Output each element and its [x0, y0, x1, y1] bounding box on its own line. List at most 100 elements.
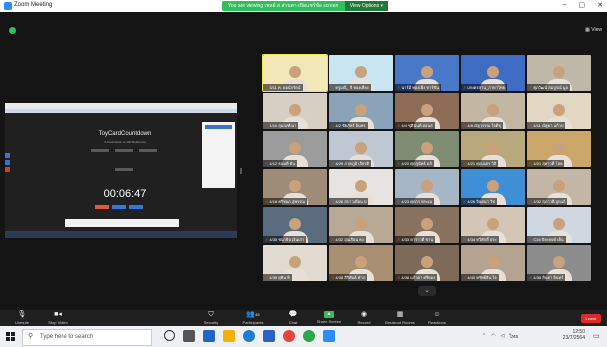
breakout-rooms-button[interactable]: ▦ Breakout Rooms — [382, 311, 418, 325]
participant-tile[interactable]: ✕4/40 ทรัพย์สิน ใจ — [461, 245, 525, 281]
muted-mic-icon: ✕ — [397, 275, 401, 280]
unmute-button[interactable]: 🎙 Unmute — [10, 311, 34, 325]
participant-tile[interactable]: ✕4/26 จินตนา วิช — [461, 169, 525, 205]
participant-tile[interactable]: ✕4/26 สกาวเดือน ป — [329, 169, 393, 205]
participant-tile[interactable]: ✕4/11 ณัฐยา แก้วป — [527, 93, 591, 129]
taskbar-search-input[interactable]: ⚲ Type here to search — [22, 329, 152, 346]
participants-button[interactable]: 👥45 Participants — [238, 311, 268, 325]
gallery-view: ✕3/11 ค. ดอน์กรัตน์ ✕ครูมณี_ จี ทองเที่ยง… — [262, 54, 592, 281]
maximize-button[interactable]: ▢ — [579, 1, 586, 9]
view-options-button[interactable]: View Options ▾ — [344, 1, 388, 11]
participant-tile[interactable]: ✕4/38 สิริพันธ์ คำภ — [329, 245, 393, 281]
language-indicator[interactable]: ไทย — [509, 333, 518, 341]
participant-tile[interactable]: ✕4/35 ยุพิน หิ — [263, 245, 327, 281]
participant-tile[interactable]: ✕4/12 ธนบดี ตัน — [263, 131, 327, 167]
volume-icon[interactable]: ◁ — [501, 333, 505, 341]
task-view-icon[interactable] — [183, 330, 195, 342]
chevron-up-icon[interactable]: ⌃ — [482, 333, 486, 341]
participant-tile[interactable]: ✕ครูมณี_ จี ทองเที่ยง — [329, 55, 393, 91]
participant-tile[interactable]: ✕ศุภวัฒน์ สมบูรณ์ มูล — [527, 55, 591, 91]
participant-tile[interactable]: ✕C34 ปิยะพงษ์ เย็น — [527, 207, 591, 243]
reactions-button[interactable]: ☺ Reactions — [424, 311, 450, 325]
search-placeholder: Type here to search — [40, 334, 94, 340]
participant-name-text: 4/21 สุดาวดี โฮย — [533, 161, 563, 166]
system-clock[interactable]: 12:50 23/7/2564 — [563, 329, 585, 341]
line-icon[interactable] — [303, 330, 315, 342]
close-button[interactable]: ✕ — [597, 1, 603, 9]
participant-tile[interactable]: ✕4/21 สุดาวดี โฮย — [527, 131, 591, 167]
stop-video-button[interactable]: ■◂ Stop Video — [44, 311, 72, 325]
participant-tile[interactable]: ✕4/2 ชัยภัทร์ อินทร — [329, 93, 393, 129]
muted-mic-icon: ✕ — [331, 199, 335, 204]
participants-label: Participants — [242, 320, 264, 325]
participant-tile[interactable]: ✕4/18 ศรีชนก สุพรรณ — [263, 169, 327, 205]
chrome-icon[interactable] — [283, 330, 295, 342]
participant-tile[interactable]: ✕4/32 อุ่นเรือน คง — [329, 207, 393, 243]
participant-tile[interactable]: ✕4/8 ณัฐวรรณ ใจดีชุ — [461, 93, 525, 129]
participant-name: ✕4/38 สิริพันธ์ คำภ — [329, 274, 368, 281]
participant-name: ✕4/33 ดาราวดี ข่าน — [395, 236, 436, 243]
participant-name: ✕4/26 สกาวเดือน ป — [329, 198, 369, 205]
participant-tile[interactable]: ✕4/29 ภาคภูมิ เกียรติ — [329, 131, 393, 167]
participant-tile[interactable]: ✕4/33 ดาราวดี ข่าน — [395, 207, 459, 243]
participant-name: ✕นาร์มี ทองเพ็ง ชาร์ชัน — [395, 84, 441, 91]
participant-face — [355, 255, 367, 268]
participant-tile[interactable]: ✕3/11 ค. ดอน์กรัตน์ — [262, 54, 328, 92]
participant-name: ✕4/38 แก้วตา ศรีทอง — [395, 274, 438, 281]
participant-tile[interactable]: ✕4/20 ศุภสุนัทธ์ อภิ — [395, 131, 459, 167]
participant-tile[interactable]: ✕4/32 สุภาวดี ลูกแก้ — [527, 169, 591, 205]
participant-face — [553, 217, 565, 230]
participant-name-text: นาร์มี ทองเพ็ง ชาร์ชัน — [401, 85, 439, 90]
windows-start-icon[interactable] — [6, 332, 15, 341]
participant-name: ✕3/11 ค. ดอน์กรัตน์ — [263, 84, 303, 91]
security-button[interactable]: ⛉ Security — [200, 311, 222, 325]
participant-tile[interactable]: ✕4/34 ทวีศักดิ์ ประ — [461, 207, 525, 243]
participant-tile[interactable]: ✕นาร์มี ทองเพ็ง ชาร์ชัน — [395, 55, 459, 91]
edge-icon[interactable] — [243, 330, 255, 342]
cortana-icon[interactable] — [164, 330, 175, 341]
participant-face — [421, 179, 433, 192]
split-handle[interactable] — [240, 168, 242, 174]
participant-name: ✕4/11 ณัฐยา แก้วป — [527, 122, 566, 129]
muted-mic-icon: ✕ — [397, 123, 401, 128]
participant-face — [553, 65, 565, 78]
file-explorer-icon[interactable] — [223, 330, 235, 342]
shared-page-subtitle: A Countdown to 100 Bedrooms — [104, 140, 146, 144]
leave-button[interactable]: Leave — [581, 314, 601, 323]
record-button[interactable]: ◉ Record — [354, 311, 374, 325]
word-icon[interactable] — [203, 330, 215, 342]
participant-tile[interactable]: ✕4/21 ศุภเนตร วิสิ — [461, 131, 525, 167]
participant-tile[interactable]: ✕4/36 ลินดา อินทร์ — [527, 245, 591, 281]
zoom-meeting-taskbar-icon[interactable] — [323, 330, 335, 342]
zoom-taskbar-icon[interactable] — [263, 330, 275, 342]
muted-mic-icon: ✕ — [331, 237, 335, 242]
shared-start-button — [95, 205, 109, 209]
notification-icon[interactable]: ▭ — [593, 332, 603, 342]
participant-name-text: 4/20 ศุภสุนัทธ์ อภิ — [401, 161, 432, 166]
pinned-apps — [164, 330, 335, 342]
muted-mic-icon: ✕ — [529, 123, 533, 128]
participant-tile[interactable]: ✕1/10 สุมณฑ์ณา — [263, 93, 327, 129]
participant-face — [355, 217, 367, 230]
shared-screen: ToyCardCountdown A Countdown to 100 Bedr… — [5, 103, 237, 238]
participant-name-text: 4/26 สกาวเดือน ป — [335, 199, 367, 204]
share-screen-button[interactable]: ▲ Share Screen — [314, 311, 344, 324]
participant-tile[interactable]: ✕4/23 ศุภกร พระเม — [395, 169, 459, 205]
encryption-shield-icon[interactable] — [9, 27, 16, 34]
participants-icon: 👥45 — [246, 311, 260, 318]
shared-side-panel — [202, 122, 235, 188]
minimize-button[interactable]: – — [563, 1, 567, 9]
participant-tile[interactable]: ✕4/4 ชุตินันท์ อ่อนส — [395, 93, 459, 129]
gallery-next-page-button[interactable]: ⌄ — [418, 286, 436, 296]
participant-tile[interactable]: ✕4/35 ชนาธิป เงินเก่า — [263, 207, 327, 243]
breakout-rooms-label: Breakout Rooms — [385, 320, 415, 325]
participant-tile[interactable]: ✕เกษตรสาน_ภาษาไทย — [461, 55, 525, 91]
participant-tile[interactable]: ✕4/38 แก้วตา ศรีทอง — [395, 245, 459, 281]
participant-name: ✕4/35 ยุพิน หิ — [263, 274, 292, 281]
network-icon[interactable]: ◠ — [491, 333, 495, 341]
participant-name-text: เกษตรสาน_ภาษาไทย — [467, 85, 505, 90]
view-button[interactable]: ▦ View — [585, 27, 602, 33]
chat-button[interactable]: 💬 Chat — [284, 311, 302, 325]
reactions-label: Reactions — [428, 320, 446, 325]
participant-face — [289, 141, 301, 154]
